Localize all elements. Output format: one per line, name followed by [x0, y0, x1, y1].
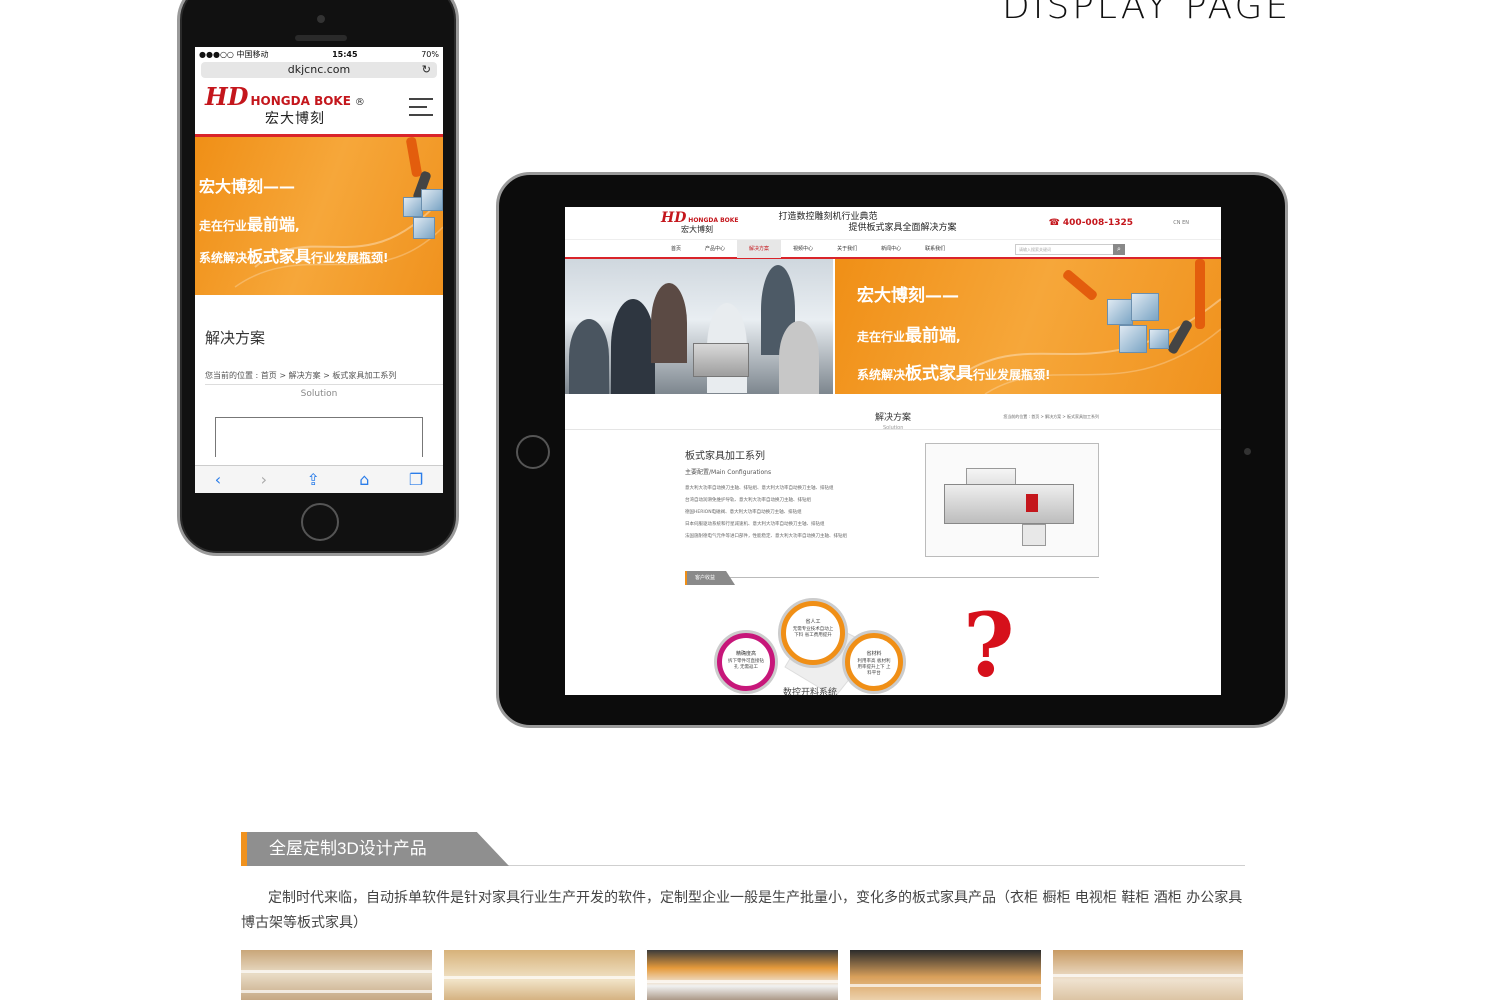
phone-section-title: 解决方案 [205, 329, 266, 347]
phone-banner-line3: 系统解决板式家具行业发展瓶颈! [199, 247, 389, 266]
reload-icon[interactable]: ↻ [422, 62, 431, 78]
phone-logo[interactable]: HD HONGDA BOKE ® 宏大博刻 [205, 81, 365, 128]
phone-banner: 宏大博刻—— 走在行业最前端, 系统解决板式家具行业发展瓶颈! [195, 137, 443, 295]
nav-item-videos[interactable]: 視频中心 [781, 240, 825, 258]
laptop-graphic [693, 343, 749, 377]
tablet-slogan-line2: 提供板式家具全面解决方案 [848, 223, 957, 233]
thumbnail-closet[interactable] [444, 950, 635, 1000]
config-line: 日本伺服驱动系统和行星减速机、意大利大功率自动换刀主轴、排钻组 [685, 522, 825, 527]
logo-mark: HD [205, 81, 249, 111]
tablet-site-header: HD HONGDA BOKE 宏大博刻 打造数控雕刻机行业典范 提供板式家具全面… [565, 207, 1221, 239]
config-line: 台湾自动润滑免维护导轨、意大利大功率自动换刀主轴、排钻组 [685, 498, 811, 503]
section-3d-tab: 全屋定制3D设计产品 [241, 832, 509, 866]
nav-item-solutions[interactable]: 解决方案 [737, 239, 782, 258]
circle-save-material: 省材料 利用率高 板材利用率提升上下 上料平台 [845, 633, 903, 691]
phone-carrier: ●●●○○ 中国移动 [199, 49, 269, 59]
nav-item-home[interactable]: 首页 [659, 240, 693, 258]
tablet-banner-line2: 走在行业最前端, [857, 326, 961, 346]
thumbnail-tv-cabinet[interactable] [647, 950, 838, 1000]
tablet-slogan: 打造数控雕刻机行业典范 提供板式家具全面解决方案 [779, 212, 957, 234]
safari-toolbar: ‹ › ⇪ ⌂ ❐ [195, 465, 443, 493]
tablet-section-header: 解决方案 Solution 您当前的位置 : 首页 > 解决方案 > 板式家具加… [565, 394, 1221, 431]
phone-screen: ●●●○○ 中国移动 15:45 70% dkjcnc.com ↻ HD HON… [195, 47, 443, 493]
tablet-logo-en: HONGDA BOKE [688, 216, 739, 224]
nav-item-products[interactable]: 产品中心 [693, 240, 737, 258]
logo-registered: ® [354, 96, 365, 108]
benefit-tab: 客户收益 [685, 564, 1099, 585]
phone-site-header: HD HONGDA BOKE ® 宏大博刻 [195, 79, 443, 137]
phone-url-bar[interactable]: dkjcnc.com ↻ [201, 62, 437, 78]
display-page-title: DISPLAY PAGE [1002, 0, 1292, 27]
product-title: 板式家具加工系列 [685, 451, 765, 462]
section-3d-description: 定制时代来临，自动拆单软件是针对家具行业生产开发的软件，定制型企业一般是生产批量… [241, 890, 1243, 931]
thumbnail-kitchen[interactable] [850, 950, 1041, 1000]
tablet-banner-line1: 宏大博刻—— [857, 286, 959, 306]
tablet-orange-banner: 宏大博刻—— 走在行业最前端, 系统解决板式家具行业发展瓶颈! [835, 259, 1221, 394]
tablet-home-button[interactable] [516, 435, 550, 469]
thumbnail-wardrobe[interactable] [241, 950, 432, 1000]
config-line: 德国HERION电磁阀、意大利大功率自动换刀主轴、排钻组 [685, 510, 802, 515]
phone-url: dkjcnc.com [287, 63, 351, 76]
tablet-section-title: 解决方案 [875, 413, 912, 423]
benefit-tab-label[interactable]: 客户收益 [685, 571, 736, 585]
phone-camera [317, 15, 325, 23]
config-line: 法国施耐德电气元件等进口部件，性能稳定、意大利大功率自动换刀主轴、排钻组 [685, 534, 847, 539]
phone-speaker [295, 35, 347, 41]
phone-banner-line2: 走在行业最前端, [199, 215, 300, 234]
nesting-system-label: 数控开料系统 [783, 688, 838, 695]
nav-item-about[interactable]: 关于我们 [825, 240, 869, 258]
nav-item-contact[interactable]: 联系我们 [913, 240, 957, 258]
phone-time: 15:45 [332, 49, 358, 59]
tablet-robot-arm-graphic [1055, 259, 1221, 394]
thumbnail-bedroom[interactable] [1053, 950, 1243, 1000]
section-3d-header: 全屋定制3D设计产品 [241, 832, 1245, 866]
hamburger-menu-icon[interactable] [409, 97, 433, 116]
robot-arm-graphic [395, 137, 443, 257]
phone-home-button[interactable] [301, 503, 339, 541]
section-3d-title: 全屋定制3D设计产品 [269, 839, 427, 858]
tablet-main-nav: 首页 产品中心 解决方案 視频中心 关于我们 新闻中心 联系我们 请输入搜索关键… [565, 239, 1221, 259]
logo-en: HONGDA BOKE [250, 93, 351, 108]
tablet-language-switch[interactable]: CN EN [1173, 220, 1189, 226]
config-line: 意大利大功率自动换刀主轴、排钻组、意大利大功率自动换刀主轴、排钻组 [685, 486, 834, 491]
forward-icon[interactable]: › [261, 470, 267, 489]
bookmarks-icon[interactable]: ⌂ [359, 470, 369, 489]
tabs-icon[interactable]: ❐ [409, 470, 423, 489]
section-3d-design: 全屋定制3D设计产品 定制时代来临，自动拆单软件是针对家具行业生产开发的软件，定… [241, 832, 1245, 936]
nav-item-news[interactable]: 新闻中心 [869, 240, 913, 258]
circle-save-labor: 省人工 无需专业技术自动上下料 省工费用提升 [781, 601, 845, 665]
product-config-list: 意大利大功率自动换刀主轴、排钻组、意大利大功率自动换刀主轴、排钻组 台湾自动润滑… [685, 483, 847, 543]
phone-mockup: ●●●○○ 中国移动 15:45 70% dkjcnc.com ↻ HD HON… [177, 0, 459, 556]
cnc-machine-image [925, 443, 1099, 557]
tablet-mockup: HD HONGDA BOKE 宏大博刻 打造数控雕刻机行业典范 提供板式家具全面… [496, 172, 1288, 728]
phone-banner-line1: 宏大博刻—— [199, 177, 296, 196]
tablet-camera [1244, 448, 1251, 455]
tablet-banner: 宏大博刻—— 走在行业最前端, 系统解决板式家具行业发展瓶颈! [565, 259, 1221, 394]
tablet-section-subtitle: Solution [883, 425, 904, 431]
tablet-banner-line3: 系统解决板式家具行业发展瓶颈! [857, 364, 1051, 384]
back-icon[interactable]: ‹ [215, 470, 221, 489]
tablet-logo-cn: 宏大博刻 [681, 224, 713, 234]
phone-battery: 70% [421, 49, 439, 59]
search-icon[interactable]: ⌕ [1113, 244, 1125, 255]
tablet-logo[interactable]: HD HONGDA BOKE 宏大博刻 [661, 211, 739, 235]
product-config-title: 主要配置/Main Configurations [685, 469, 772, 476]
phone-status-bar: ●●●○○ 中国移动 15:45 70% [195, 47, 443, 61]
tablet-slogan-line1: 打造数控雕刻机行业典范 [778, 212, 878, 222]
product-thumbnails [241, 950, 1246, 1000]
tablet-screen: HD HONGDA BOKE 宏大博刻 打造数控雕刻机行业典范 提供板式家具全面… [565, 207, 1221, 695]
tablet-search-input[interactable]: 请输入搜索关键词 [1015, 244, 1125, 255]
share-icon[interactable]: ⇪ [306, 470, 319, 489]
phone-breadcrumb[interactable]: 您当前的位置 : 首页 > 解决方案 > 板式家具加工系列 [205, 370, 443, 385]
tablet-breadcrumb[interactable]: 您当前的位置 : 首页 > 解决方案 > 板式家具加工系列 [1003, 414, 1099, 420]
business-team-photo [565, 259, 833, 394]
phone-section-subtitle: Solution [300, 389, 338, 399]
logo-cn: 宏大博刻 [265, 110, 325, 127]
circle-high-precision: 精确度高 拆下零件可直接钻孔 无需返工 [717, 633, 775, 691]
phone-product-box [215, 417, 423, 457]
tablet-hotline: ☎ 400-008-1325 [1048, 218, 1133, 228]
question-mark-graphic: ? [963, 593, 1015, 695]
